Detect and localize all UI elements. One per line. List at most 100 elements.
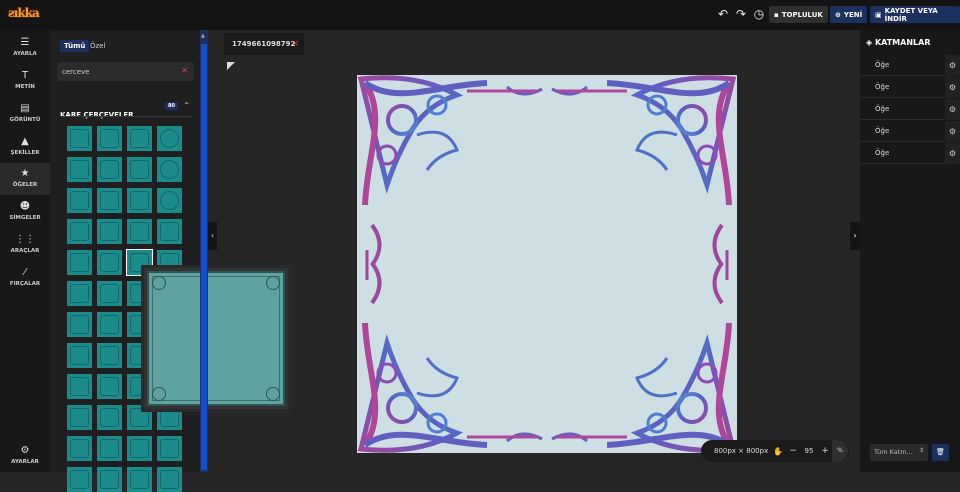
layers-title: KATMANLAR bbox=[874, 38, 931, 47]
frame-thumbnail[interactable] bbox=[97, 157, 122, 182]
search-input[interactable] bbox=[62, 66, 172, 77]
collapse-panel-button[interactable]: ‹ bbox=[208, 222, 217, 250]
close-tab-icon[interactable]: ✕ bbox=[292, 39, 299, 48]
frame-thumbnail[interactable] bbox=[157, 188, 182, 213]
frame-thumbnail[interactable] bbox=[67, 157, 92, 182]
frame-thumbnail[interactable] bbox=[97, 126, 122, 151]
ornament-corner bbox=[152, 276, 166, 290]
gear-icon[interactable]: ⚙ bbox=[945, 121, 960, 142]
chevron-up-icon[interactable]: ⌃ bbox=[183, 101, 190, 110]
frame-thumbnail[interactable] bbox=[157, 126, 182, 151]
frame-thumbnail[interactable] bbox=[67, 343, 92, 368]
layer-name: Öğe bbox=[875, 105, 890, 113]
app-logo[interactable]: ƨıkka bbox=[8, 6, 40, 20]
gear-icon[interactable]: ⚙ bbox=[945, 77, 960, 98]
tab-custom[interactable]: Özel bbox=[86, 40, 109, 52]
frame-thumbnail[interactable] bbox=[67, 219, 92, 244]
frame-thumbnail[interactable] bbox=[97, 312, 122, 337]
layer-filter-select[interactable]: Tüm Katm... ⇕ bbox=[870, 444, 928, 461]
layer-row[interactable]: Öğe ⚙ bbox=[860, 121, 960, 142]
section-header-square-frames[interactable]: KARE ÇERÇEVELER 80 ⌃ bbox=[60, 101, 192, 119]
sidebar-item-image[interactable]: ▤ GÖRÜNTÜ bbox=[0, 98, 50, 130]
sidebar-item-elements[interactable]: ★ ÖĞELER bbox=[0, 163, 50, 195]
frame-thumbnail[interactable] bbox=[67, 250, 92, 275]
frame-thumbnail[interactable] bbox=[67, 436, 92, 461]
frame-thumbnail[interactable] bbox=[97, 343, 122, 368]
undo-icon[interactable]: ↶ bbox=[716, 7, 730, 21]
redo-icon[interactable]: ↷ bbox=[734, 7, 748, 21]
new-button[interactable]: ⊕ YENİ bbox=[830, 6, 868, 23]
grid-icon: ⋮⋮ bbox=[15, 234, 35, 245]
save-or-download-button[interactable]: ▣ KAYDET VEYA İNDİR bbox=[870, 6, 960, 23]
delete-layer-button[interactable]: 🗑 bbox=[932, 444, 949, 461]
document-tab[interactable]: 1749661098792 ✕ bbox=[224, 33, 304, 55]
scrollbar-thumb[interactable] bbox=[201, 44, 207, 470]
sidebar-item-brushes[interactable]: ⁄ FIRÇALAR bbox=[0, 262, 50, 294]
tab-all[interactable]: Tümü bbox=[60, 40, 90, 52]
resize-canvas-icon[interactable] bbox=[227, 62, 235, 70]
frame-thumbnail[interactable] bbox=[97, 436, 122, 461]
frame-thumbnail[interactable] bbox=[97, 188, 122, 213]
frame-thumbnail[interactable] bbox=[67, 312, 92, 337]
ornamental-frame[interactable] bbox=[357, 75, 737, 453]
sidebar-item-shapes[interactable]: ▲ ŞEKİLLER bbox=[0, 131, 50, 163]
frame-preview-image bbox=[147, 271, 285, 406]
layer-row[interactable]: Öğe ⚙ bbox=[860, 143, 960, 164]
ornament-corner-top-right bbox=[552, 78, 733, 265]
layer-row[interactable]: Öğe ⚙ bbox=[860, 99, 960, 120]
design-canvas[interactable] bbox=[357, 75, 737, 453]
frame-thumbnail[interactable] bbox=[157, 436, 182, 461]
frame-thumbnail[interactable] bbox=[127, 157, 152, 182]
gear-icon[interactable]: ⚙ bbox=[945, 55, 960, 76]
frame-thumbnail[interactable] bbox=[67, 374, 92, 399]
shapes-icon: ▲ bbox=[21, 136, 29, 147]
sidebar-item-text[interactable]: T METİN bbox=[0, 65, 50, 97]
sidebar-item-tools[interactable]: ⋮⋮ ARAÇLAR bbox=[0, 229, 50, 261]
hand-tool-icon[interactable]: ✋ bbox=[770, 447, 786, 456]
history-icon[interactable]: ◷ bbox=[752, 7, 766, 21]
frame-thumbnail[interactable] bbox=[97, 374, 122, 399]
layer-row[interactable]: Öğe ⚙ bbox=[860, 55, 960, 76]
sidebar-item-icons[interactable]: ☻ SİMGELER bbox=[0, 196, 50, 228]
frame-thumbnail[interactable] bbox=[67, 188, 92, 213]
chevron-left-icon: ‹ bbox=[210, 231, 215, 240]
smiley-icon: ☻ bbox=[19, 201, 31, 212]
brush-icon: ⁄ bbox=[24, 267, 26, 278]
expand-layers-button[interactable]: › bbox=[850, 222, 860, 250]
frame-thumbnail[interactable] bbox=[67, 405, 92, 430]
frame-thumbnail[interactable] bbox=[97, 219, 122, 244]
frame-thumbnail[interactable] bbox=[67, 281, 92, 306]
community-label: TOPLULUK bbox=[781, 10, 823, 19]
gear-icon[interactable]: ⚙ bbox=[945, 143, 960, 164]
panel-scrollbar[interactable]: ▲ bbox=[200, 30, 208, 472]
clear-search-icon[interactable]: ✕ bbox=[181, 66, 188, 75]
scroll-up-icon[interactable]: ▲ bbox=[201, 33, 205, 39]
frame-thumbnail[interactable] bbox=[157, 219, 182, 244]
zoom-in-button[interactable]: + bbox=[818, 446, 832, 456]
frame-thumbnail[interactable] bbox=[97, 467, 122, 492]
frame-thumbnail[interactable] bbox=[97, 405, 122, 430]
sidebar-item-settings[interactable]: ⚙ AYARLAR bbox=[0, 440, 50, 472]
zoom-value[interactable]: 95 bbox=[800, 447, 818, 455]
frame-thumbnail[interactable] bbox=[127, 219, 152, 244]
frame-thumbnail[interactable] bbox=[157, 157, 182, 182]
ornament-corner bbox=[266, 276, 280, 290]
frame-thumbnail[interactable] bbox=[97, 250, 122, 275]
zoom-unit-button[interactable]: % bbox=[832, 440, 848, 462]
layer-row[interactable]: Öğe ⚙ bbox=[860, 77, 960, 98]
frame-thumbnail[interactable] bbox=[97, 281, 122, 306]
frame-thumbnail[interactable] bbox=[67, 126, 92, 151]
frame-thumbnail[interactable] bbox=[127, 188, 152, 213]
save-icon: ▣ bbox=[875, 10, 882, 19]
ornament-corner bbox=[152, 387, 166, 401]
sidebar-item-adjust[interactable]: ☰ AYARLA bbox=[0, 32, 50, 64]
frame-thumbnail[interactable] bbox=[67, 467, 92, 492]
frame-thumbnail[interactable] bbox=[127, 467, 152, 492]
zoom-out-button[interactable]: − bbox=[786, 446, 800, 456]
gear-icon[interactable]: ⚙ bbox=[945, 99, 960, 120]
community-button[interactable]: ▪ TOPLULUK bbox=[769, 6, 828, 23]
top-bar: ƨıkka ↶ ↷ ◷ ▪ TOPLULUK ⊕ YENİ ▣ KAYDET V… bbox=[0, 0, 960, 30]
frame-thumbnail[interactable] bbox=[127, 126, 152, 151]
frame-thumbnail[interactable] bbox=[127, 436, 152, 461]
frame-thumbnail[interactable] bbox=[157, 467, 182, 492]
